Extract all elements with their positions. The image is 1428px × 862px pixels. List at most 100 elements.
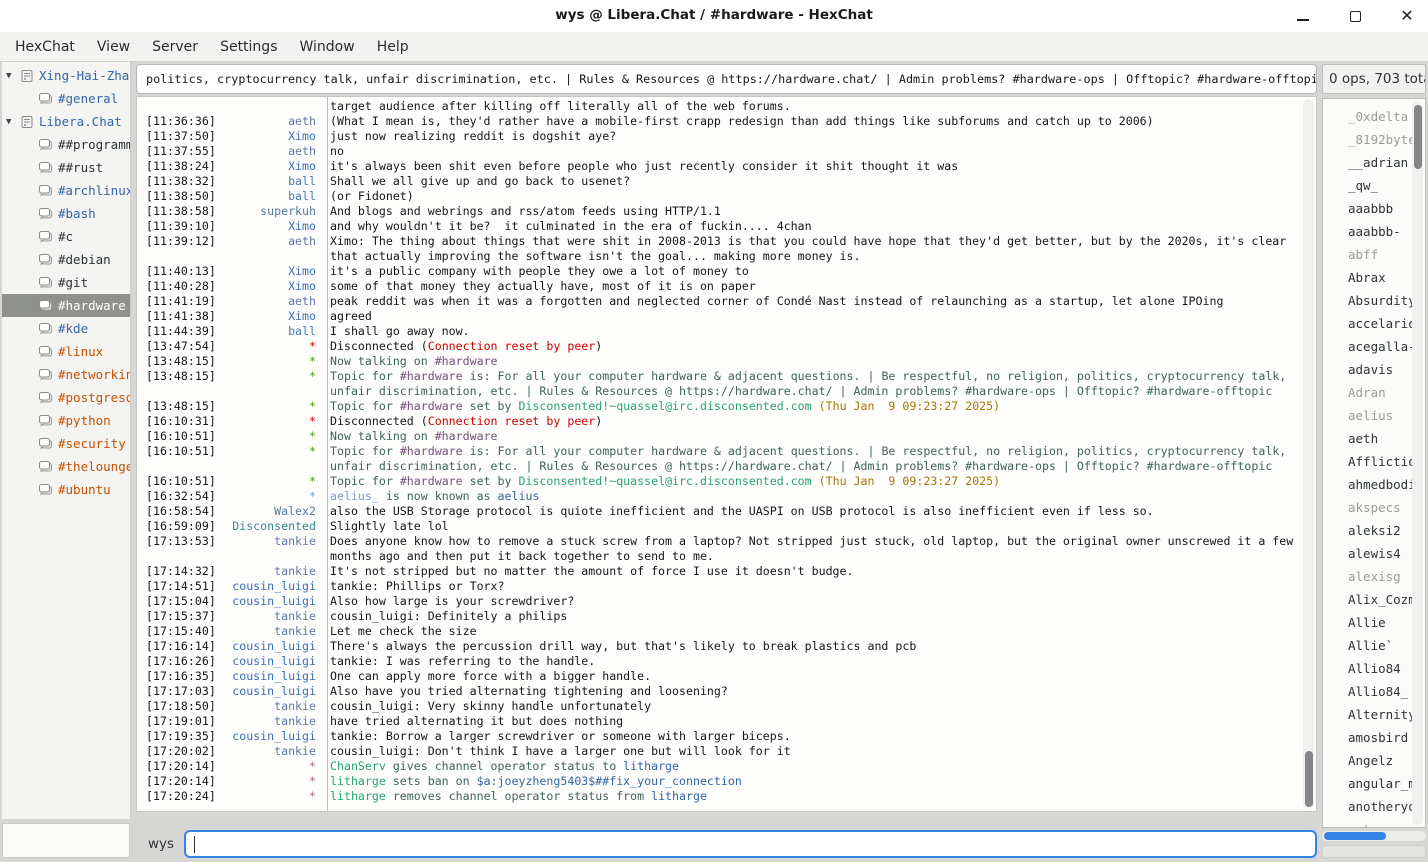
userlist-item[interactable]: Afflictio (1323, 450, 1425, 473)
userlist-item[interactable]: Absurdity (1323, 289, 1425, 312)
userlist-item[interactable]: Angelz (1323, 749, 1425, 772)
userlist-item[interactable]: Allie (1323, 611, 1425, 634)
menu-window[interactable]: Window (288, 35, 365, 59)
tree-item-label: #postgresql (58, 390, 130, 405)
userlist-item[interactable]: Allie` (1323, 634, 1425, 657)
tree-channel-python[interactable]: #python (2, 409, 130, 432)
userlist-item[interactable]: abff (1323, 243, 1425, 266)
tree-channel-hardware[interactable]: #hardware (2, 294, 130, 317)
userlist-item[interactable]: _8192byte (1323, 128, 1425, 151)
nick: * (218, 429, 324, 444)
chat-scrollbar[interactable] (1303, 99, 1314, 809)
timestamp: [11:37:50] (137, 129, 218, 144)
menu-hexchat[interactable]: HexChat (4, 35, 86, 59)
chat-line: [13:48:15]*Now talking on #hardware (137, 354, 1300, 369)
message-text: There's always the percussion drill way,… (324, 639, 1300, 654)
message-input[interactable] (184, 830, 1317, 858)
expander-icon[interactable]: ▼ (6, 117, 20, 127)
message-text: have tried alternating it but does nothi… (324, 714, 1300, 729)
tree-server-libera-chat[interactable]: ▼Libera.Chat (2, 110, 130, 133)
userlist-item[interactable]: aeth (1323, 427, 1425, 450)
channel-icon (38, 345, 53, 358)
nick: cousin_luigi (218, 579, 324, 594)
userlist-item[interactable]: _qw_ (1323, 174, 1425, 197)
timestamp: [11:41:38] (137, 309, 218, 324)
tree-channel-bash[interactable]: #bash (2, 202, 130, 225)
userlist-item[interactable]: Abrax (1323, 266, 1425, 289)
tree-channel-c[interactable]: #c (2, 225, 130, 248)
message-text: cousin_luigi: Don't think I have a large… (324, 744, 1300, 759)
minimize-button[interactable] (1292, 5, 1314, 27)
timestamp: [17:17:03] (137, 684, 218, 699)
tree-channel-general[interactable]: #general (2, 87, 130, 110)
tree-channel-debian[interactable]: #debian (2, 248, 130, 271)
userlist-item[interactable]: _0xdelta (1323, 105, 1425, 128)
tree-channel-rust[interactable]: ##rust (2, 156, 130, 179)
timestamp: [13:48:15] (137, 369, 218, 399)
userlist-item[interactable]: alewis4 (1323, 542, 1425, 565)
timestamp: [11:38:32] (137, 174, 218, 189)
topic-bar[interactable]: politics, cryptocurrency talk, unfair di… (136, 64, 1317, 94)
chat-line: [16:10:31]*Disconnected (Connection rese… (137, 414, 1300, 429)
tree-channel-networking[interactable]: #networking (2, 363, 130, 386)
userlist-item[interactable]: Adran (1323, 381, 1425, 404)
userlist-item[interactable]: amosbird (1323, 726, 1425, 749)
menu-server[interactable]: Server (141, 35, 209, 59)
menu-help[interactable]: Help (366, 35, 420, 59)
tree-channel-programming[interactable]: ##programming (2, 133, 130, 156)
nick: Ximo (218, 309, 324, 324)
tree-channel-security[interactable]: #security (2, 432, 130, 455)
tree-channel-git[interactable]: #git (2, 271, 130, 294)
close-icon: ✕ (1400, 8, 1413, 24)
userlist-item[interactable]: Alix_Cozm (1323, 588, 1425, 611)
userlist-item[interactable]: ahmedbodi (1323, 473, 1425, 496)
bottom-right-track (1322, 845, 1426, 858)
userlist-hscrollbar-thumb[interactable] (1324, 832, 1386, 840)
timestamp (137, 99, 218, 114)
user-list[interactable]: _0xdelta_8192byte__adrian_qw_aaabbbaaabb… (1322, 98, 1426, 828)
userlist-item[interactable]: alexisg (1323, 565, 1425, 588)
userlist-hscrollbar[interactable] (1322, 831, 1426, 841)
timestamp: [17:20:02] (137, 744, 218, 759)
nick: cousin_luigi (218, 684, 324, 699)
tree-channel-linux[interactable]: #linux (2, 340, 130, 363)
userlist-item[interactable]: __adrian (1323, 151, 1425, 174)
menu-settings[interactable]: Settings (209, 35, 288, 59)
userlist-item[interactable]: Allio84_ (1323, 680, 1425, 703)
message-text: Now talking on #hardware (324, 354, 1300, 369)
userlist-scrollbar-thumb[interactable] (1414, 105, 1422, 169)
userlist-item[interactable]: Allio84 (1323, 657, 1425, 680)
timestamp: [16:10:51] (137, 474, 218, 489)
tree-item-label: #python (58, 413, 111, 428)
tree-channel-thelounge[interactable]: #thelounge (2, 455, 130, 478)
userlist-item[interactable]: angular_m (1323, 772, 1425, 795)
maximize-button[interactable] (1344, 5, 1366, 27)
userlist-item[interactable]: aaabbb- (1323, 220, 1425, 243)
tree-channel-archlinux[interactable]: #archlinux (2, 179, 130, 202)
userlist-item[interactable]: akspecs (1323, 496, 1425, 519)
userlist-item[interactable]: acegalla- (1323, 335, 1425, 358)
userlist-item[interactable]: adavis (1323, 358, 1425, 381)
close-button[interactable]: ✕ (1396, 5, 1418, 27)
userlist-item[interactable]: accelario (1323, 312, 1425, 335)
userlist-item[interactable]: aelius (1323, 404, 1425, 427)
nick: Disconsented (218, 519, 324, 534)
chat-line: [11:40:28]Ximosome of that money they ac… (137, 279, 1300, 294)
tree-channel-kde[interactable]: #kde (2, 317, 130, 340)
own-nick-label: wys (148, 836, 174, 852)
userlist-item[interactable]: anotheryo (1323, 795, 1425, 818)
tree-channel-postgresql[interactable]: #postgresql (2, 386, 130, 409)
userlist-item[interactable]: aleksi2 (1323, 519, 1425, 542)
userlist-scrollbar[interactable] (1412, 101, 1423, 825)
chat-scrollbar-thumb[interactable] (1305, 751, 1313, 807)
userlist-item[interactable]: ante (1323, 818, 1425, 828)
menu-view[interactable]: View (86, 35, 141, 59)
chat-line: [11:37:50]Ximojust now realizing reddit … (137, 129, 1300, 144)
expander-icon[interactable]: ▼ (6, 71, 20, 81)
userlist-item[interactable]: aaabbb (1323, 197, 1425, 220)
tree-server-xing-hai-zhan[interactable]: ▼Xing-Hai-Zhan (2, 64, 130, 87)
tree-channel-ubuntu[interactable]: #ubuntu (2, 478, 130, 501)
chat-area[interactable]: target audience after killing off litera… (136, 96, 1317, 812)
userlist-item[interactable]: Alternity (1323, 703, 1425, 726)
timestamp: [16:58:54] (137, 504, 218, 519)
